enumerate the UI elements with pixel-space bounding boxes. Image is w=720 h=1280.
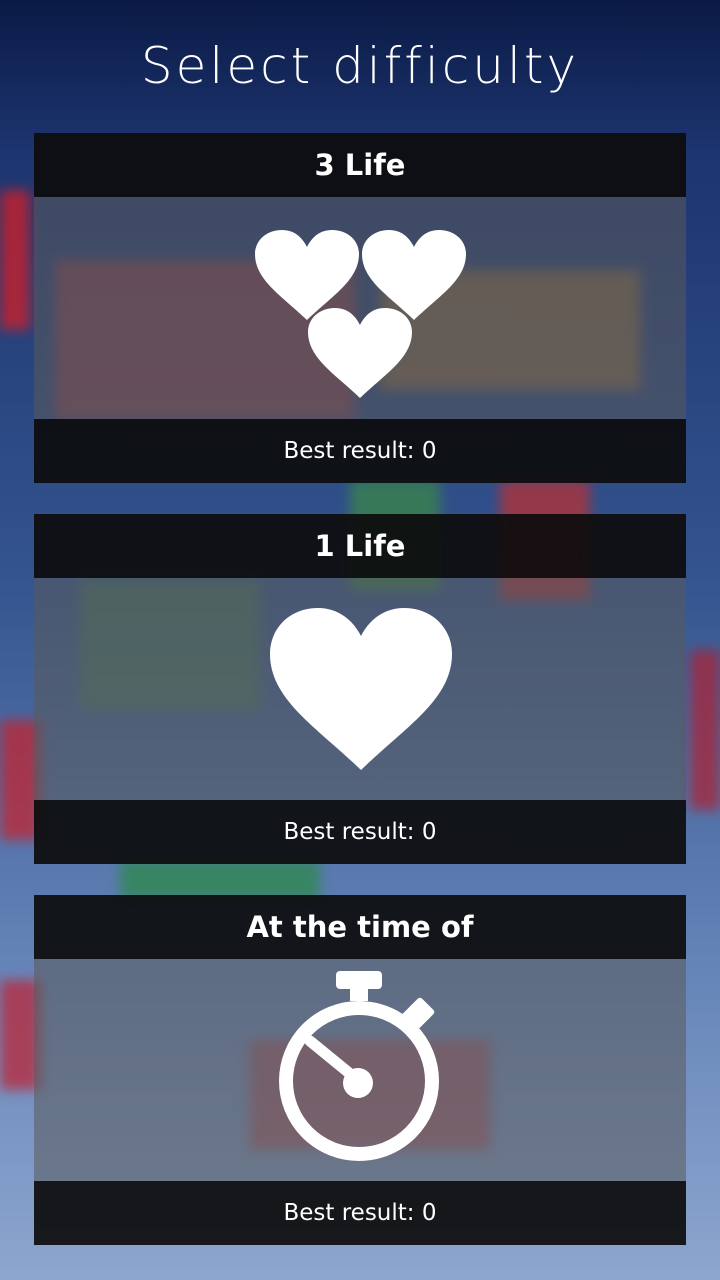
mode-title: At the time of: [34, 895, 686, 959]
best-result: Best result: 0: [34, 1181, 686, 1245]
stopwatch-icon: [279, 971, 439, 1161]
best-result-label: Best result:: [283, 819, 415, 845]
mode-title: 3 Life: [34, 133, 686, 197]
mode-icon-area: [34, 578, 686, 800]
mode-card-one-life[interactable]: 1 Life Best result: 0: [34, 514, 686, 864]
best-result-value: 0: [421, 819, 437, 845]
page-title: Select difficulty: [140, 37, 580, 95]
mode-icon-area: [34, 959, 686, 1181]
best-result-label: Best result:: [283, 1200, 415, 1226]
best-result-label: Best result:: [283, 438, 415, 464]
three-hearts-icon: [255, 230, 466, 398]
best-result-value: 0: [421, 438, 437, 464]
mode-card-three-lives[interactable]: 3 Life Best result: 0: [34, 133, 686, 483]
mode-card-timed[interactable]: At the time of Best result: 0: [34, 895, 686, 1245]
best-result-value: 0: [421, 1200, 437, 1226]
mode-title: 1 Life: [34, 514, 686, 578]
heart-icon: [270, 608, 452, 770]
best-result: Best result: 0: [34, 419, 686, 483]
best-result: Best result: 0: [34, 800, 686, 864]
mode-icon-area: [34, 197, 686, 419]
